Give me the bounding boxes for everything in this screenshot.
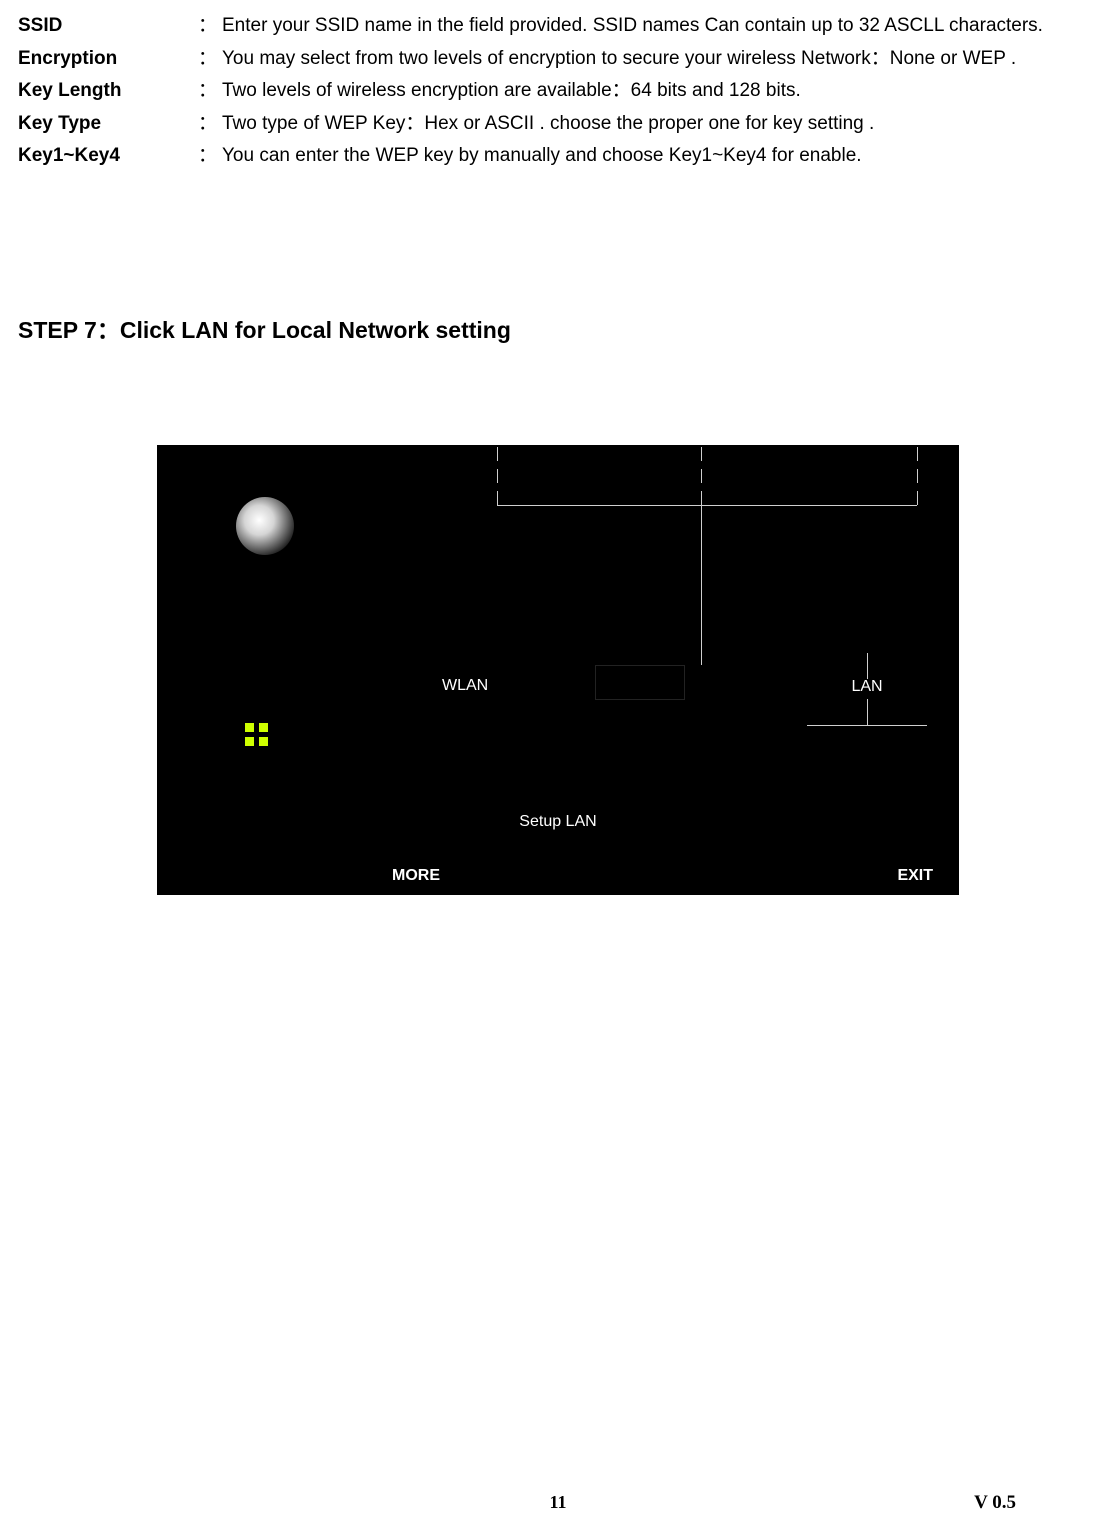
definition-text: Enter your SSID name in the field provid… — [222, 12, 1098, 41]
definition-row: Key Length ： Two levels of wireless encr… — [18, 77, 1098, 106]
term: Key Type — [18, 110, 198, 139]
definition-row: Key1~Key4 ： You can enter the WEP key by… — [18, 142, 1098, 171]
definition-text: Two levels of wireless encryption are av… — [222, 77, 1098, 106]
center-box — [595, 665, 685, 700]
version-label: V 0.5 — [974, 1492, 1016, 1514]
top-ticks — [157, 445, 959, 565]
more-button[interactable]: MORE — [392, 867, 440, 885]
term: Encryption — [18, 45, 198, 74]
lan-label: LAN — [777, 678, 957, 696]
definitions-list: SSID ： Enter your SSID name in the field… — [18, 12, 1098, 171]
term: Key Length — [18, 77, 198, 106]
diagram-wrapper: WLAN LAN Setup LAN MORE EXIT — [18, 445, 1098, 895]
term: Key1~Key4 — [18, 142, 198, 171]
definition-text: Two type of WEP Key：Hex or ASCII . choos… — [222, 110, 1098, 139]
step-heading: STEP 7：Click LAN for Local Network setti… — [18, 311, 1098, 345]
definition-text: You may select from two levels of encryp… — [222, 45, 1098, 74]
lan-setup-screen: WLAN LAN Setup LAN MORE EXIT — [157, 445, 959, 895]
setup-lan-label: Setup LAN — [157, 813, 959, 831]
wlan-label[interactable]: WLAN — [442, 677, 488, 695]
page-number: 11 — [549, 1492, 566, 1513]
definition-row: Encryption ： You may select from two lev… — [18, 45, 1098, 74]
lan-node[interactable]: LAN — [777, 653, 957, 743]
definition-row: SSID ： Enter your SSID name in the field… — [18, 12, 1098, 41]
definition-row: Key Type ： Two type of WEP Key：Hex or AS… — [18, 110, 1098, 139]
definition-text: You can enter the WEP key by manually an… — [222, 142, 1098, 171]
term: SSID — [18, 12, 198, 41]
dots-indicator-icon — [245, 723, 269, 747]
exit-button[interactable]: EXIT — [897, 867, 933, 885]
